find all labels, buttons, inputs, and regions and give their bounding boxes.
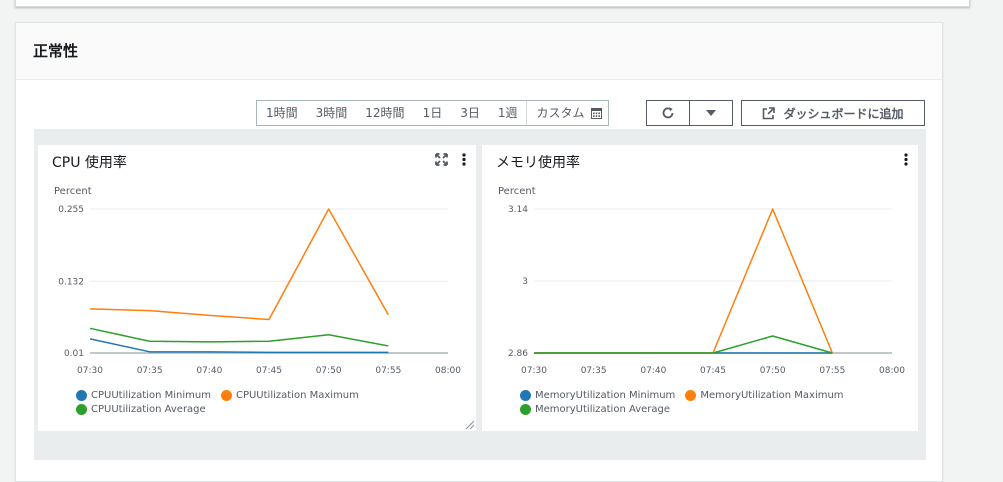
legend-label: CPUUtilization Minimum — [91, 390, 211, 401]
calendar-icon — [590, 107, 602, 119]
scrollbar-track[interactable] — [945, 0, 1003, 473]
legend-item-minimum[interactable]: MemoryUtilization Minimum — [520, 390, 675, 401]
x-tick-label: 07:45 — [700, 366, 726, 376]
legend-swatch — [520, 390, 531, 401]
legend-label: CPUUtilization Average — [91, 404, 206, 415]
legend-label: CPUUtilization Maximum — [235, 390, 359, 401]
previous-panel — [15, 0, 970, 7]
cpu-widget: CPU 使用率 Percent 0.255 0.132 0.01 07:30 07:35… — [38, 145, 476, 431]
external-link-icon — [763, 106, 776, 119]
custom-label: カスタム — [536, 106, 585, 120]
legend-swatch — [520, 404, 531, 415]
x-tick-label: 07:50 — [316, 366, 342, 376]
series-line-average — [89, 327, 389, 347]
time-range-3d[interactable]: 3日 — [451, 101, 489, 125]
y-axis-unit: Percent — [498, 186, 536, 197]
x-tick-label: 07:55 — [375, 366, 401, 376]
health-panel: 正常性 1時間 3時間 12時間 1日 3日 1週 カスタム ダッシュボードに追… — [15, 22, 943, 482]
series-line-average — [534, 335, 833, 354]
x-tick-label: 07:30 — [77, 366, 103, 376]
x-tick-label: 07:40 — [196, 366, 222, 376]
x-tick-label: 07:35 — [581, 366, 607, 376]
x-tick-label: 07:40 — [640, 366, 666, 376]
more-options-icon[interactable] — [462, 153, 466, 166]
add-to-dashboard-label: ダッシュボードに追加 — [783, 106, 904, 121]
x-tick-label: 07:50 — [760, 366, 786, 376]
refresh-icon — [662, 107, 674, 119]
legend-label: MemoryUtilization Minimum — [535, 390, 676, 401]
widget-title: CPU 使用率 — [52, 155, 127, 171]
y-tick-label: 0.01 — [64, 349, 84, 359]
x-tick-label: 07:55 — [819, 366, 845, 376]
time-range-1h[interactable]: 1時間 — [257, 101, 307, 125]
legend-item-average[interactable]: MemoryUtilization Average — [520, 404, 670, 415]
legend-label: MemoryUtilization Maximum — [700, 390, 844, 401]
more-options-icon[interactable] — [904, 153, 908, 166]
legend-label: MemoryUtilization Average — [535, 404, 671, 415]
widgets-grid: CPU 使用率 Percent 0.255 0.132 0.01 07:30 07:35… — [34, 129, 926, 460]
cpu-legend: CPUUtilization Minimum CPUUtilization Ma… — [76, 390, 359, 418]
series-line-maximum — [89, 208, 389, 321]
x-tick-label: 07:30 — [521, 366, 547, 376]
memory-legend: MemoryUtilization Minimum MemoryUtilizat… — [520, 390, 844, 418]
panel-title: 正常性 — [33, 42, 79, 60]
x-tick-label: 07:45 — [256, 366, 282, 376]
legend-item-maximum[interactable]: MemoryUtilization Maximum — [685, 390, 844, 401]
time-range-custom[interactable]: カスタム — [526, 101, 607, 125]
legend-item-minimum[interactable]: CPUUtilization Minimum — [76, 390, 211, 401]
refresh-button-group — [646, 100, 733, 126]
legend-item-maximum[interactable]: CPUUtilization Maximum — [220, 390, 359, 401]
x-tick-label: 08:00 — [879, 366, 905, 376]
memory-chart: 3.14 3 2.86 07:30 07:35 07:40 07:45 07:50 07:55 0… — [508, 205, 905, 376]
add-to-dashboard-button[interactable]: ダッシュボードに追加 — [741, 100, 925, 126]
time-range-1d[interactable]: 1日 — [414, 101, 452, 125]
y-tick-label: 3.14 — [508, 205, 528, 215]
legend-swatch — [220, 390, 232, 401]
legend-swatch — [76, 390, 87, 401]
time-range-3h[interactable]: 3時間 — [307, 101, 357, 125]
y-tick-label: 0.255 — [58, 205, 84, 215]
panel-header: 正常性 — [16, 23, 942, 80]
widget-title: メモリ使用率 — [496, 155, 580, 171]
refresh-options-dropdown[interactable] — [689, 101, 732, 125]
x-tick-label: 07:35 — [137, 366, 163, 376]
time-range-1w[interactable]: 1週 — [489, 101, 527, 125]
legend-swatch — [76, 404, 87, 415]
resize-handle-icon[interactable] — [465, 420, 475, 430]
y-tick-label: 3 — [522, 277, 528, 287]
time-range-12h[interactable]: 12時間 — [356, 101, 413, 125]
y-tick-label: 2.86 — [508, 349, 528, 359]
y-axis-unit: Percent — [54, 186, 92, 197]
y-tick-label: 0.132 — [58, 277, 84, 287]
refresh-button[interactable] — [647, 101, 689, 125]
expand-icon[interactable] — [435, 153, 448, 166]
legend-item-average[interactable]: CPUUtilization Average — [76, 404, 206, 415]
caret-down-icon — [706, 109, 716, 116]
memory-widget: メモリ使用率 Percent 3.14 3 2.86 07:30 07:35 07:40 0… — [482, 145, 918, 431]
legend-swatch — [685, 390, 697, 401]
time-range-selector: 1時間 3時間 12時間 1日 3日 1週 カスタム — [256, 100, 609, 126]
x-tick-label: 08:00 — [435, 366, 461, 376]
cpu-chart: 0.255 0.132 0.01 07:30 07:35 07:40 07:45 07:50 0… — [58, 205, 461, 376]
